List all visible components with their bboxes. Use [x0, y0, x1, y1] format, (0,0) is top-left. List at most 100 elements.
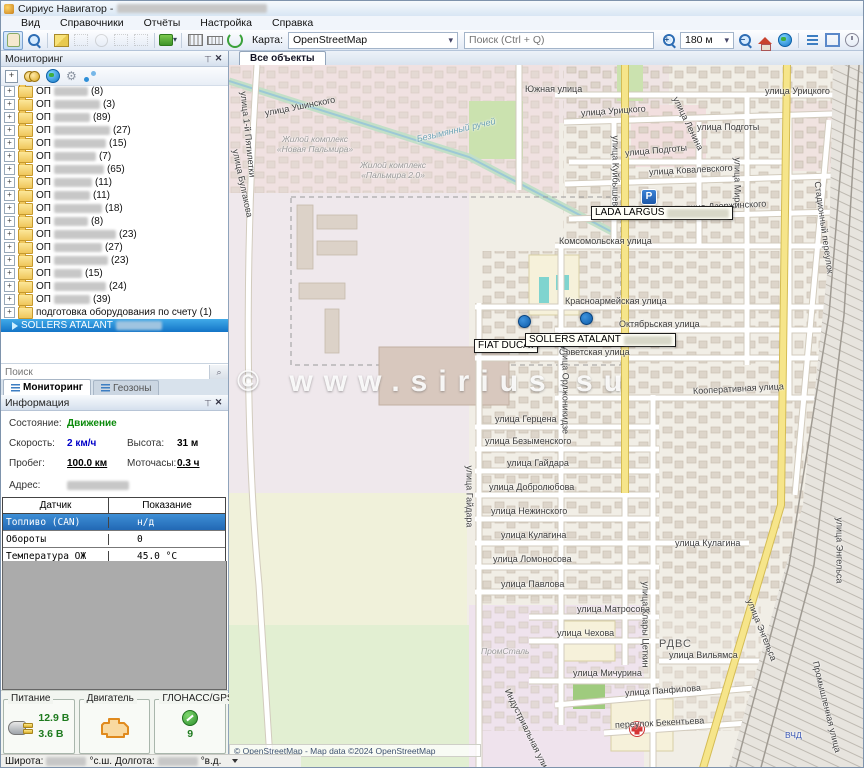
expand-icon[interactable]	[4, 86, 15, 97]
tree-item-group[interactable]: ОП (15)	[1, 267, 228, 280]
menu-item[interactable]: Справка	[262, 17, 323, 29]
tree-item-group[interactable]: ОП (27)	[1, 241, 228, 254]
history-button[interactable]	[843, 32, 861, 49]
expand-icon[interactable]	[4, 216, 15, 227]
tree-search-button[interactable]: ⌕	[209, 365, 228, 379]
objects-list-button[interactable]	[803, 32, 821, 49]
expand-icon[interactable]	[4, 138, 15, 149]
info-panel-body: Состояние: Движение Скорость: 2 км/ч Выс…	[1, 411, 228, 497]
censored-group-name	[54, 139, 106, 148]
expand-icon[interactable]	[4, 255, 15, 266]
expand-icon[interactable]	[4, 268, 15, 279]
expand-icon[interactable]	[4, 177, 15, 188]
grid-button[interactable]	[186, 32, 204, 49]
ruler-button[interactable]	[206, 32, 224, 49]
map-canvas[interactable]: Южная улицаулица Урицкогоулица Урицкогоу…	[229, 65, 863, 767]
tree-item-group[interactable]: ОП (8)	[1, 215, 228, 228]
pan-tool-button[interactable]	[3, 31, 23, 50]
sensor-row[interactable]: Обороты 0	[3, 531, 225, 548]
sensor-name: Температура ОЖ	[3, 551, 109, 562]
tree-item-group[interactable]: ОП (39)	[1, 293, 228, 306]
zoom-tool-button[interactable]	[25, 32, 43, 49]
vehicle-label-sollers[interactable]: SOLLERS ATALANT	[525, 333, 676, 347]
tree-item-count: (23)	[119, 229, 137, 240]
menu-item[interactable]: Вид	[11, 17, 50, 29]
tree-groups: ОП (8) ОП (3)	[1, 85, 228, 306]
panel-tab[interactable]: Мониторинг	[3, 379, 91, 395]
vehicle-dot-sollers[interactable]	[580, 312, 593, 325]
tree-item-group[interactable]: ОП (24)	[1, 280, 228, 293]
zoom-out-button[interactable]: −	[736, 32, 754, 49]
expand-icon[interactable]	[4, 112, 15, 123]
censored-group-name	[54, 165, 104, 174]
home-button[interactable]	[756, 32, 774, 49]
vehicle-dot-fiat[interactable]	[518, 315, 531, 328]
tree-item-group[interactable]: ОП (65)	[1, 163, 228, 176]
expand-icon[interactable]	[4, 281, 15, 292]
expand-icon[interactable]	[4, 307, 15, 318]
tree-item-group[interactable]: ОП (89)	[1, 111, 228, 124]
globe-button[interactable]	[776, 32, 794, 49]
expand-all-button[interactable]	[5, 70, 18, 83]
statusbar-dropdown-arrow[interactable]	[232, 759, 238, 763]
tree-search-input[interactable]	[1, 367, 209, 378]
mileage-value[interactable]: 100.0 км	[67, 458, 107, 469]
close-icon[interactable]	[213, 53, 224, 64]
expand-icon[interactable]	[4, 242, 15, 253]
tree-item-prefix: ОП	[36, 138, 51, 149]
tree-item-group[interactable]: ОП (7)	[1, 150, 228, 163]
edit-line-button[interactable]	[132, 32, 150, 49]
show-on-map-icon[interactable]	[46, 69, 60, 83]
expand-icon[interactable]	[4, 164, 15, 175]
tree-item-preparation[interactable]: подготовка оборудования по счету (1)	[1, 306, 228, 319]
gear-icon[interactable]	[66, 70, 77, 82]
tree-item-group[interactable]: ОП (23)	[1, 228, 228, 241]
tree-item-group[interactable]: ОП (11)	[1, 189, 228, 202]
map-tab-all-objects[interactable]: Все объекты	[239, 51, 326, 65]
tree-item-group[interactable]: ОП (23)	[1, 254, 228, 267]
pin-icon[interactable]	[203, 398, 213, 408]
tab-icon	[101, 384, 110, 392]
tree-item-group[interactable]: ОП (18)	[1, 202, 228, 215]
menu-item[interactable]: Настройка	[190, 17, 262, 29]
close-icon[interactable]	[213, 397, 224, 408]
selection-frame-button[interactable]	[823, 32, 841, 49]
vehicle-label-lada[interactable]: LADA LARGUS	[591, 206, 733, 220]
menu-item[interactable]: Справочники	[50, 17, 134, 29]
expand-icon[interactable]	[4, 203, 15, 214]
tree-item-group[interactable]: ОП (3)	[1, 98, 228, 111]
sensor-row[interactable]: Топливо (CAN) н/д	[3, 514, 225, 531]
expand-icon[interactable]	[4, 125, 15, 136]
add-circle-button[interactable]	[92, 32, 110, 49]
edit-geozone-button[interactable]	[112, 32, 130, 49]
tree-item-group[interactable]: ОП (11)	[1, 176, 228, 189]
add-polygon-button[interactable]	[72, 32, 90, 49]
route-icon[interactable]	[83, 71, 97, 82]
layers-button[interactable]: ▾	[159, 32, 177, 49]
menu-item[interactable]: Отчёты	[134, 17, 191, 29]
pin-icon[interactable]	[203, 54, 213, 64]
hours-value[interactable]: 0.3 ч	[177, 458, 200, 469]
tree-item-prefix: ОП	[36, 255, 51, 266]
expand-icon[interactable]	[4, 190, 15, 201]
binoculars-icon[interactable]	[24, 71, 40, 81]
expand-icon[interactable]	[4, 294, 15, 305]
global-search-input[interactable]	[464, 32, 654, 49]
power-label: Питание	[8, 693, 53, 704]
edit-map-button[interactable]	[52, 32, 70, 49]
tree-item-selected-vehicle[interactable]: SOLLERS ATALANT	[1, 319, 228, 332]
window-title: Сириус Навигатор -	[18, 3, 113, 15]
tree-item-group[interactable]: ОП (27)	[1, 124, 228, 137]
map-provider-select[interactable]: OpenStreetMap	[288, 32, 458, 49]
expand-icon[interactable]	[4, 99, 15, 110]
map-scale-select[interactable]: 180 м	[680, 32, 734, 49]
tree-item-group[interactable]: ОП (15)	[1, 137, 228, 150]
tree-item-group[interactable]: ОП (8)	[1, 85, 228, 98]
expand-icon[interactable]	[4, 151, 15, 162]
state-label: Состояние:	[9, 418, 62, 429]
tree-item-label: подготовка оборудования по счету (1)	[36, 307, 212, 318]
panel-tab[interactable]: Геозоны	[93, 380, 160, 395]
zoom-in-button[interactable]: +	[660, 32, 678, 49]
expand-icon[interactable]	[4, 229, 15, 240]
refresh-button[interactable]	[226, 32, 244, 49]
